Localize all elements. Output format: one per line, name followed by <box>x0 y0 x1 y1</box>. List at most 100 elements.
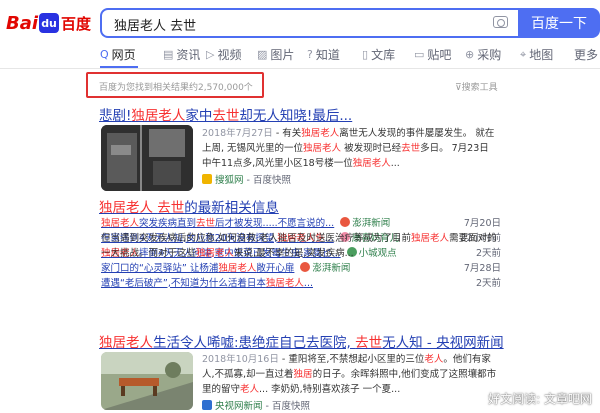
tab-label: 更多 <box>574 48 599 62</box>
thumbnail-image <box>101 125 193 191</box>
baidu-logo[interactable]: Bai du 百度 <box>6 8 91 38</box>
tab-label: 地图 <box>529 48 554 62</box>
result-thumbnail[interactable] <box>101 125 193 191</box>
title-segment: 悲剧! <box>99 108 132 124</box>
cache-link[interactable]: - 百度快照 <box>266 398 310 412</box>
tab-tieba[interactable]: ▭ 贴吧 <box>414 46 451 63</box>
search-tabs: Q 网页 ▤ 资讯 ▷ 视频 ▨ 图片 ? 知道 ▯ 文库 ▭ 贴吧 ⊕ 采购 <box>0 46 600 68</box>
snippet-segment: 老人 <box>240 384 260 395</box>
search-icon: Q <box>100 48 109 61</box>
news-link-segment: 敞开心扉 <box>256 262 295 274</box>
snippet-segment: 独居老人 <box>303 143 342 154</box>
source-icon <box>340 216 351 227</box>
sohu-icon <box>202 174 212 184</box>
source-icon <box>300 261 311 272</box>
tab-video[interactable]: ▷ 视频 <box>206 46 241 63</box>
tieba-icon: ▭ <box>414 48 425 61</box>
tab-more[interactable]: 更多 <box>574 46 598 63</box>
annotation-box <box>86 72 264 98</box>
news-link[interactable]: 独居老人突发疾病直到去世后才被发现.....不愿言说的... <box>101 215 334 229</box>
title-segment: 去世 <box>355 335 383 351</box>
snippet-segment: 老人 <box>424 354 444 365</box>
news-link-segment: 家门口的“心灵驿站” 让杨浦 <box>101 262 219 274</box>
watermark: 好文阅读: 文章吧网 <box>488 392 592 406</box>
result-source: 央视网新闻 - 百度快照 <box>202 398 310 412</box>
result-snippet: 2018年7月27日 - 有关独居老人离世无人发现的事件屡屡发生。 就在上周, … <box>202 126 497 171</box>
wenku-icon: ▯ <box>362 48 369 61</box>
news-icon: ▤ <box>163 48 174 61</box>
snippet-segment: 被发现时已经 <box>341 143 402 154</box>
title-segment: 却无人知晓!最后... <box>239 108 353 124</box>
source-name: 澎湃新闻 <box>312 262 351 274</box>
search-button[interactable]: 百度一下 <box>518 8 600 38</box>
source-name[interactable]: 搜狐网 <box>215 172 244 186</box>
result-title[interactable]: 独居老人生活令人唏嘘:患绝症自己去医院, 去世无人知 - 央视网新闻 <box>99 331 504 351</box>
news-link-segment: 活着 <box>227 277 247 289</box>
tab-web[interactable]: Q 网页 <box>100 46 136 63</box>
logo-cn-text: 百度 <box>61 14 92 33</box>
tab-label: 网页 <box>111 48 136 62</box>
news-time: 7月28日 <box>463 262 501 274</box>
caigou-icon: ⊕ <box>465 48 475 61</box>
news-link-segment: ... <box>303 277 313 289</box>
tab-wenku[interactable]: ▯ 文库 <box>362 46 395 63</box>
snippet-segment: 独居老人 <box>352 158 391 169</box>
title-segment: 生活令人唏嘘:患绝症自己去医院, <box>153 335 356 351</box>
title-segment: 独居老人 <box>99 335 153 351</box>
search-query: 独居老人 去世 <box>114 19 197 34</box>
thumbnail-image <box>101 352 193 410</box>
news-time: 2天前 <box>475 277 501 289</box>
result-date: 2018年7月27日 <box>202 128 273 139</box>
tabs-divider <box>0 68 600 69</box>
serp-page: Bai du 百度 独居老人 去世 百度一下 Q 网页 ▤ 资讯 ▷ 视频 ▨ … <box>0 0 600 413</box>
tab-label: 图片 <box>270 48 295 62</box>
news-link-segment: 日本 <box>246 277 266 289</box>
tab-zhidao[interactable]: ? 知道 <box>307 46 340 63</box>
tab-caigou[interactable]: ⊕ 采购 <box>465 46 501 63</box>
snippet-segment: 但当遇到突发疾病后的应急,如何自救,老人能否及时送医治疗等成为了目前 <box>101 233 412 244</box>
logo-text: Bai <box>6 12 39 34</box>
filter-icon: ⊽ <box>455 83 462 93</box>
search-tools-button[interactable]: ⊽搜索工具 <box>455 80 498 93</box>
cache-link[interactable]: - 百度快照 <box>247 172 291 186</box>
tab-label: 视频 <box>217 48 242 62</box>
cctv-icon <box>202 400 212 410</box>
tab-label: 知道 <box>315 48 340 62</box>
source-name[interactable]: 央视网新闻 <box>215 398 263 412</box>
news-link[interactable]: 遭遇“老后破产”,不知道为什么活着日本独居老人... <box>101 275 313 289</box>
result-thumbnail[interactable] <box>101 352 193 410</box>
title-segment: 家中 <box>185 108 213 124</box>
news-link[interactable]: 家门口的“心灵驿站” 让杨浦独居老人敞开心扉 <box>101 260 294 274</box>
map-icon: ⌖ <box>520 47 527 61</box>
snippet-segment: 独居老人 <box>301 128 340 139</box>
snippet-segment: 去世 <box>401 143 421 154</box>
search-input[interactable]: 独居老人 去世 <box>100 8 520 38</box>
news-item: 遭遇“老后破产”,不知道为什么活着日本独居老人... 2天前 <box>101 274 501 289</box>
result-source: 搜狐网 - 百度快照 <box>202 172 291 186</box>
tab-news[interactable]: ▤ 资讯 <box>163 46 200 63</box>
news-link-segment: 独居老人 <box>218 262 257 274</box>
tab-map[interactable]: ⌖ 地图 <box>520 46 553 63</box>
result-title[interactable]: 悲剧!独居老人家中去世却无人知晓!最后... <box>99 104 352 124</box>
title-segment: 无人知 - 央视网新闻 <box>382 335 504 351</box>
tab-label: 采购 <box>477 48 502 62</box>
snippet-segment: ... 李奶奶,特别喜欢孩子 一个夏... <box>259 384 401 395</box>
tab-image[interactable]: ▨ 图片 <box>257 46 294 63</box>
source-name: 澎湃新闻 <box>352 217 391 229</box>
snippet-segment: 独居老人 <box>411 233 450 244</box>
tab-label: 资讯 <box>176 48 201 62</box>
title-segment: 去世 <box>212 108 240 124</box>
news-link-segment: 遭遇“老后破产”,不知道为什么 <box>101 277 228 289</box>
tab-label: 文库 <box>371 48 396 62</box>
snippet-segment: - 重阳将至,不禁想起小区里的三位 <box>278 354 425 365</box>
tab-label: 贴吧 <box>427 48 452 62</box>
news-source[interactable]: 澎湃新闻 <box>300 260 350 274</box>
news-source[interactable]: 澎湃新闻 <box>340 215 390 229</box>
video-icon: ▷ <box>206 48 215 61</box>
news-link-segment: 独居老人 <box>101 217 140 229</box>
paw-icon: du <box>39 13 60 33</box>
camera-icon[interactable] <box>493 16 508 28</box>
snippet-segment: ... <box>390 158 400 169</box>
result-title[interactable]: 独居老人 去世的最新相关信息 <box>99 196 279 216</box>
news-link-segment: 后才被发现.....不愿言说的... <box>215 217 335 229</box>
